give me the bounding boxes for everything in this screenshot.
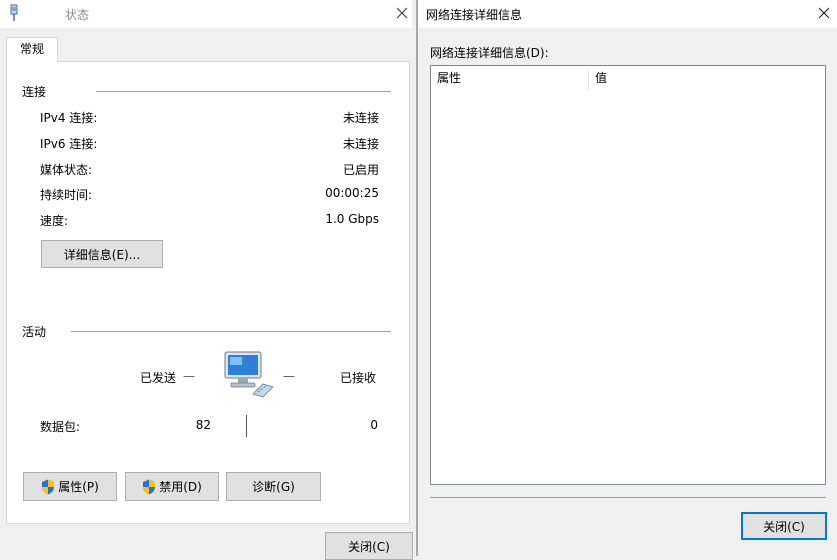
- duration-value: 00:00:25: [325, 186, 379, 200]
- details-list-label: 网络连接详细信息(D):: [430, 46, 549, 60]
- window-title: 网络连接详细信息: [426, 8, 523, 22]
- speed-value: 1.0 Gbps: [325, 212, 379, 226]
- group-divider: [96, 91, 391, 92]
- window-title: 状态: [65, 8, 90, 22]
- received-label: 已接收: [340, 371, 377, 385]
- ipv6-value: 未连接: [342, 137, 379, 151]
- sent-label: 已发送: [140, 371, 177, 385]
- tab-general[interactable]: 常规: [6, 37, 58, 62]
- close-button-label: 关闭(C): [348, 539, 390, 554]
- properties-button[interactable]: 属性(P): [23, 472, 117, 501]
- connection-group-title: 连接: [22, 83, 53, 100]
- network-adapter-icon: [10, 4, 18, 21]
- ipv4-value: 未连接: [342, 111, 379, 125]
- column-header-property[interactable]: 属性: [431, 66, 588, 92]
- sent-dash: —: [183, 369, 195, 383]
- received-dash: —: [283, 369, 295, 383]
- activity-group-title: 活动: [22, 323, 53, 340]
- details-dialog: 网络连接详细信息 网络连接详细信息(D): 属性 值 关闭(C): [418, 0, 837, 556]
- status-titlebar[interactable]: 状态: [0, 0, 412, 28]
- details-titlebar[interactable]: 网络连接详细信息: [418, 0, 837, 28]
- packets-label: 数据包:: [40, 420, 81, 434]
- details-button-label: 详细信息(E)...: [63, 247, 141, 262]
- diagnose-button-label: 诊断(G): [252, 480, 295, 494]
- close-icon[interactable]: [392, 4, 412, 22]
- network-computer-icon: [224, 351, 274, 398]
- packets-divider: [246, 415, 247, 437]
- ipv4-label: IPv4 连接:: [40, 111, 98, 125]
- packets-sent-value: 82: [195, 418, 211, 432]
- tab-panel: 连接 IPv4 连接: 未连接 IPv6 连接: 未连接 媒体状态: 已启用 持…: [6, 61, 410, 524]
- properties-button-label: 属性(P): [58, 480, 99, 494]
- details-button[interactable]: 详细信息(E)...: [41, 240, 163, 268]
- media-state-value: 已启用: [342, 163, 379, 177]
- packets-received-value: 0: [370, 418, 378, 432]
- status-dialog: 状态 常规 连接 IPv4 连接: 未连接 IPv6 连接: 未连接 媒体状态:…: [0, 0, 413, 560]
- media-state-label: 媒体状态:: [40, 163, 93, 177]
- footer-divider: [430, 497, 826, 498]
- duration-label: 持续时间:: [40, 188, 93, 202]
- group-divider: [71, 331, 391, 332]
- uac-shield-icon: [143, 479, 156, 494]
- close-icon[interactable]: [814, 4, 834, 22]
- diagnose-button[interactable]: 诊断(G): [226, 472, 321, 501]
- disable-button-label: 禁用(D): [159, 480, 202, 494]
- close-button[interactable]: 关闭(C): [741, 512, 827, 540]
- details-listview[interactable]: 属性 值: [430, 65, 826, 485]
- uac-shield-icon: [42, 479, 55, 494]
- ipv6-label: IPv6 连接:: [40, 137, 98, 151]
- close-button-label: 关闭(C): [763, 519, 805, 534]
- column-header-value[interactable]: 值: [589, 66, 819, 92]
- speed-label: 速度:: [40, 214, 69, 228]
- disable-button[interactable]: 禁用(D): [125, 472, 219, 501]
